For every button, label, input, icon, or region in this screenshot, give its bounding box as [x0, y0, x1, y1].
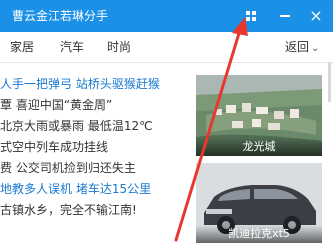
- news-item[interactable]: 地教多人误机 堵车达15公里: [0, 181, 188, 202]
- back-button[interactable]: 返回 ⌄: [285, 40, 319, 56]
- news-item[interactable]: 北京大雨或暴雨 最低温12℃: [0, 118, 188, 139]
- scrollbar-thumb[interactable]: [328, 62, 331, 102]
- tab-fashion[interactable]: 时尚: [107, 40, 131, 54]
- news-item[interactable]: 人手一把弹弓 站桥头驱猴赶猴: [0, 76, 188, 97]
- thumbnail-caption: 龙光城: [196, 138, 322, 156]
- title-bar: 曹云金江若琳分手 ×: [0, 0, 333, 32]
- close-icon[interactable]: ×: [306, 6, 326, 26]
- category-tabs: 家居 汽车 时尚 返回 ⌄: [0, 32, 333, 63]
- minimize-icon[interactable]: [276, 8, 294, 24]
- thumbnail-caption: 凯迪拉克xt5: [196, 225, 322, 243]
- window-title: 曹云金江若琳分手: [12, 9, 109, 23]
- news-item[interactable]: 式空中列车成功挂线: [0, 139, 188, 160]
- news-list: 人手一把弹弓 站桥头驱猴赶猴 覃 喜迎中国“黄金周” 北京大雨或暴雨 最低温12…: [0, 76, 188, 223]
- thumbnail-city-aerial[interactable]: 龙光城: [196, 75, 322, 156]
- news-item[interactable]: 费 公交司机捡到归还失主: [0, 160, 188, 181]
- tab-auto[interactable]: 汽车: [60, 40, 84, 54]
- news-item[interactable]: 古镇水乡，完全不输江南!: [0, 202, 188, 223]
- tab-home[interactable]: 家居: [10, 40, 34, 54]
- back-label: 返回: [285, 40, 310, 54]
- thumbnail-car[interactable]: 凯迪拉克xt5: [196, 163, 322, 243]
- news-item[interactable]: 覃 喜迎中国“黄金周”: [0, 97, 188, 118]
- chevron-down-icon: ⌄: [311, 43, 320, 54]
- grid-icon[interactable]: [244, 9, 258, 23]
